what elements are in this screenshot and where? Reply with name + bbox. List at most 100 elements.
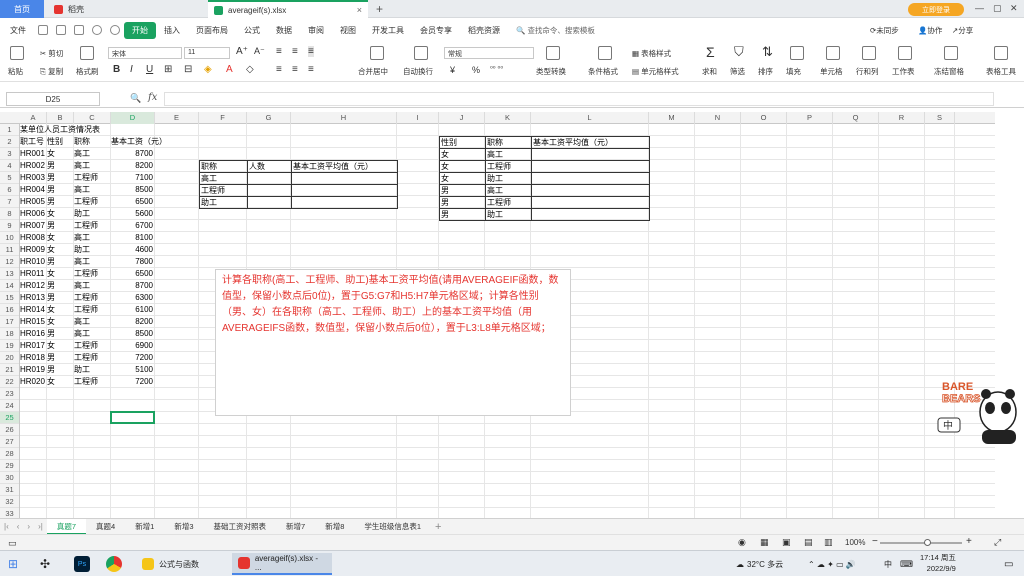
column-header-G[interactable]: G xyxy=(247,112,291,124)
zoom-slider-handle[interactable] xyxy=(924,539,931,546)
print-icon[interactable] xyxy=(56,25,66,35)
align-top-icon[interactable]: ≡ xyxy=(276,46,282,57)
command-search[interactable]: 🔍 查找命令、搜索模板 xyxy=(516,25,595,36)
table-cell[interactable]: 男 xyxy=(440,185,486,197)
menu-item-data[interactable]: 数据 xyxy=(268,25,300,36)
sort-icon[interactable]: ⇅ xyxy=(762,44,773,60)
table-cell[interactable]: 女 xyxy=(440,149,486,161)
table-cell[interactable] xyxy=(248,185,292,197)
sync-status[interactable]: ⟳ 未同步 xyxy=(870,18,899,42)
column-header-A[interactable]: A xyxy=(20,112,47,124)
salary-cell[interactable]: 6700 xyxy=(111,220,155,232)
sum-button[interactable]: 求和 xyxy=(702,66,717,77)
salary-cell[interactable]: 6500 xyxy=(111,196,155,208)
table-cell[interactable]: 职称 xyxy=(200,161,248,173)
table-style-button[interactable]: ▦ 表格样式 xyxy=(632,48,671,59)
worksheet-button[interactable]: 工作表 xyxy=(892,66,915,77)
page-break-icon[interactable]: ▤ xyxy=(804,537,813,548)
sheet-tab-0[interactable]: 真题7 xyxy=(46,518,87,535)
redo-icon[interactable] xyxy=(110,25,120,35)
row-col-icon[interactable] xyxy=(862,46,876,60)
column-header-R[interactable]: R xyxy=(879,112,925,124)
data-cell[interactable]: 高工 xyxy=(74,232,274,244)
worksheet-icon[interactable] xyxy=(898,46,912,60)
column-header-E[interactable]: E xyxy=(155,112,199,124)
table-cell[interactable]: 高工 xyxy=(486,149,532,161)
zoom-level[interactable]: 100% xyxy=(845,538,865,547)
row-header-5[interactable]: 5 xyxy=(0,172,19,184)
menu-item-daoke[interactable]: 稻壳资源 xyxy=(460,25,508,36)
column-header-B[interactable]: B xyxy=(47,112,74,124)
instruction-textbox[interactable]: 计算各职称(高工、工程师、助工)基本工资平均值(请用AVERAGEIF函数，数值… xyxy=(215,269,571,416)
clear-icon[interactable]: ◇ xyxy=(246,64,254,75)
filter-icon[interactable]: ⛉ xyxy=(734,44,744,60)
zoom-out-icon[interactable]: − xyxy=(872,536,878,547)
underline-button[interactable]: U xyxy=(146,64,153,75)
align-center-icon[interactable]: ≡ xyxy=(292,64,298,75)
page-layout-icon[interactable]: ▣ xyxy=(782,537,791,548)
column-header-K[interactable]: K xyxy=(485,112,531,124)
save-icon[interactable] xyxy=(38,25,48,35)
table-cell[interactable] xyxy=(532,185,650,197)
row-header-11[interactable]: 11 xyxy=(0,244,19,256)
salary-cell[interactable]: 8500 xyxy=(111,184,155,196)
row-header-33[interactable]: 33 xyxy=(0,508,19,518)
row-header-14[interactable]: 14 xyxy=(0,280,19,292)
data-cell[interactable]: 工程师 xyxy=(74,220,274,232)
column-header-L[interactable]: L xyxy=(531,112,649,124)
ime-mode-icon[interactable]: ⌨ xyxy=(900,555,913,573)
fill-color-icon[interactable]: ◈ xyxy=(204,64,212,75)
last-sheet-icon[interactable]: ›| xyxy=(38,522,43,531)
zoom-in-icon[interactable]: + xyxy=(966,536,972,547)
data-cell[interactable]: 高工 xyxy=(74,256,274,268)
table-cell[interactable] xyxy=(248,173,292,185)
table-cell[interactable]: 基本工资平均值（元） xyxy=(292,161,398,173)
currency-button[interactable]: ¥ xyxy=(450,65,455,75)
login-button[interactable]: 立即登录 xyxy=(908,3,964,16)
bold-button[interactable]: B xyxy=(113,64,120,75)
table-cell[interactable]: 女 xyxy=(440,173,486,185)
decimal-icon[interactable]: ⁰⁰ ⁰⁰ xyxy=(490,65,503,73)
sheet-tab-3[interactable]: 新增3 xyxy=(164,519,203,535)
table-tools-icon[interactable] xyxy=(994,46,1008,60)
wrap-text-button[interactable]: 自动换行 xyxy=(403,66,433,77)
notification-icon[interactable]: ▭ xyxy=(1004,555,1013,573)
align-right-icon[interactable]: ≡ xyxy=(308,64,314,75)
start-icon[interactable]: ⊞ xyxy=(8,555,18,573)
fill-icon[interactable] xyxy=(790,46,804,60)
row-header-27[interactable]: 27 xyxy=(0,436,19,448)
row-header-10[interactable]: 10 xyxy=(0,232,19,244)
column-header-D[interactable]: D xyxy=(111,112,155,124)
salary-cell[interactable]: 8700 xyxy=(111,280,155,292)
column-header-C[interactable]: C xyxy=(74,112,111,124)
conditional-format-icon[interactable] xyxy=(598,46,612,60)
merge-center-icon[interactable] xyxy=(370,46,384,60)
row-header-6[interactable]: 6 xyxy=(0,184,19,196)
row-header-8[interactable]: 8 xyxy=(0,208,19,220)
paste-button[interactable]: 粘贴 xyxy=(8,66,23,77)
merge-center-button[interactable]: 合并居中 xyxy=(358,66,388,77)
cut-button[interactable]: ✂ 剪切 xyxy=(40,48,63,59)
data-cell[interactable]: 助工 xyxy=(74,244,274,256)
row-header-17[interactable]: 17 xyxy=(0,316,19,328)
format-painter-icon[interactable] xyxy=(80,46,94,60)
sort-button[interactable]: 排序 xyxy=(758,66,773,77)
row-header-25[interactable]: 25 xyxy=(0,412,19,424)
salary-cell[interactable]: 6900 xyxy=(111,340,155,352)
share-button[interactable]: ↗ 分享 xyxy=(952,18,973,42)
type-convert-button[interactable]: 类型转换 xyxy=(536,66,566,77)
column-header-F[interactable]: F xyxy=(199,112,247,124)
merge-cells-icon[interactable]: ⊟ xyxy=(184,64,192,75)
menu-item-review[interactable]: 审阅 xyxy=(300,25,332,36)
salary-cell[interactable]: 8200 xyxy=(111,316,155,328)
column-header-Q[interactable]: Q xyxy=(833,112,879,124)
photoshop-icon[interactable]: Ps xyxy=(74,555,90,573)
ime-indicator[interactable]: 中 xyxy=(884,555,892,573)
column-header-M[interactable]: M xyxy=(649,112,695,124)
file-menu[interactable]: 文件 xyxy=(0,25,34,36)
salary-cell[interactable]: 8200 xyxy=(111,160,155,172)
row-header-12[interactable]: 12 xyxy=(0,256,19,268)
row-header-23[interactable]: 23 xyxy=(0,388,19,400)
sheet-tab-7[interactable]: 学生班级信息表1 xyxy=(354,519,431,535)
freeze-panes-icon[interactable] xyxy=(944,46,958,60)
